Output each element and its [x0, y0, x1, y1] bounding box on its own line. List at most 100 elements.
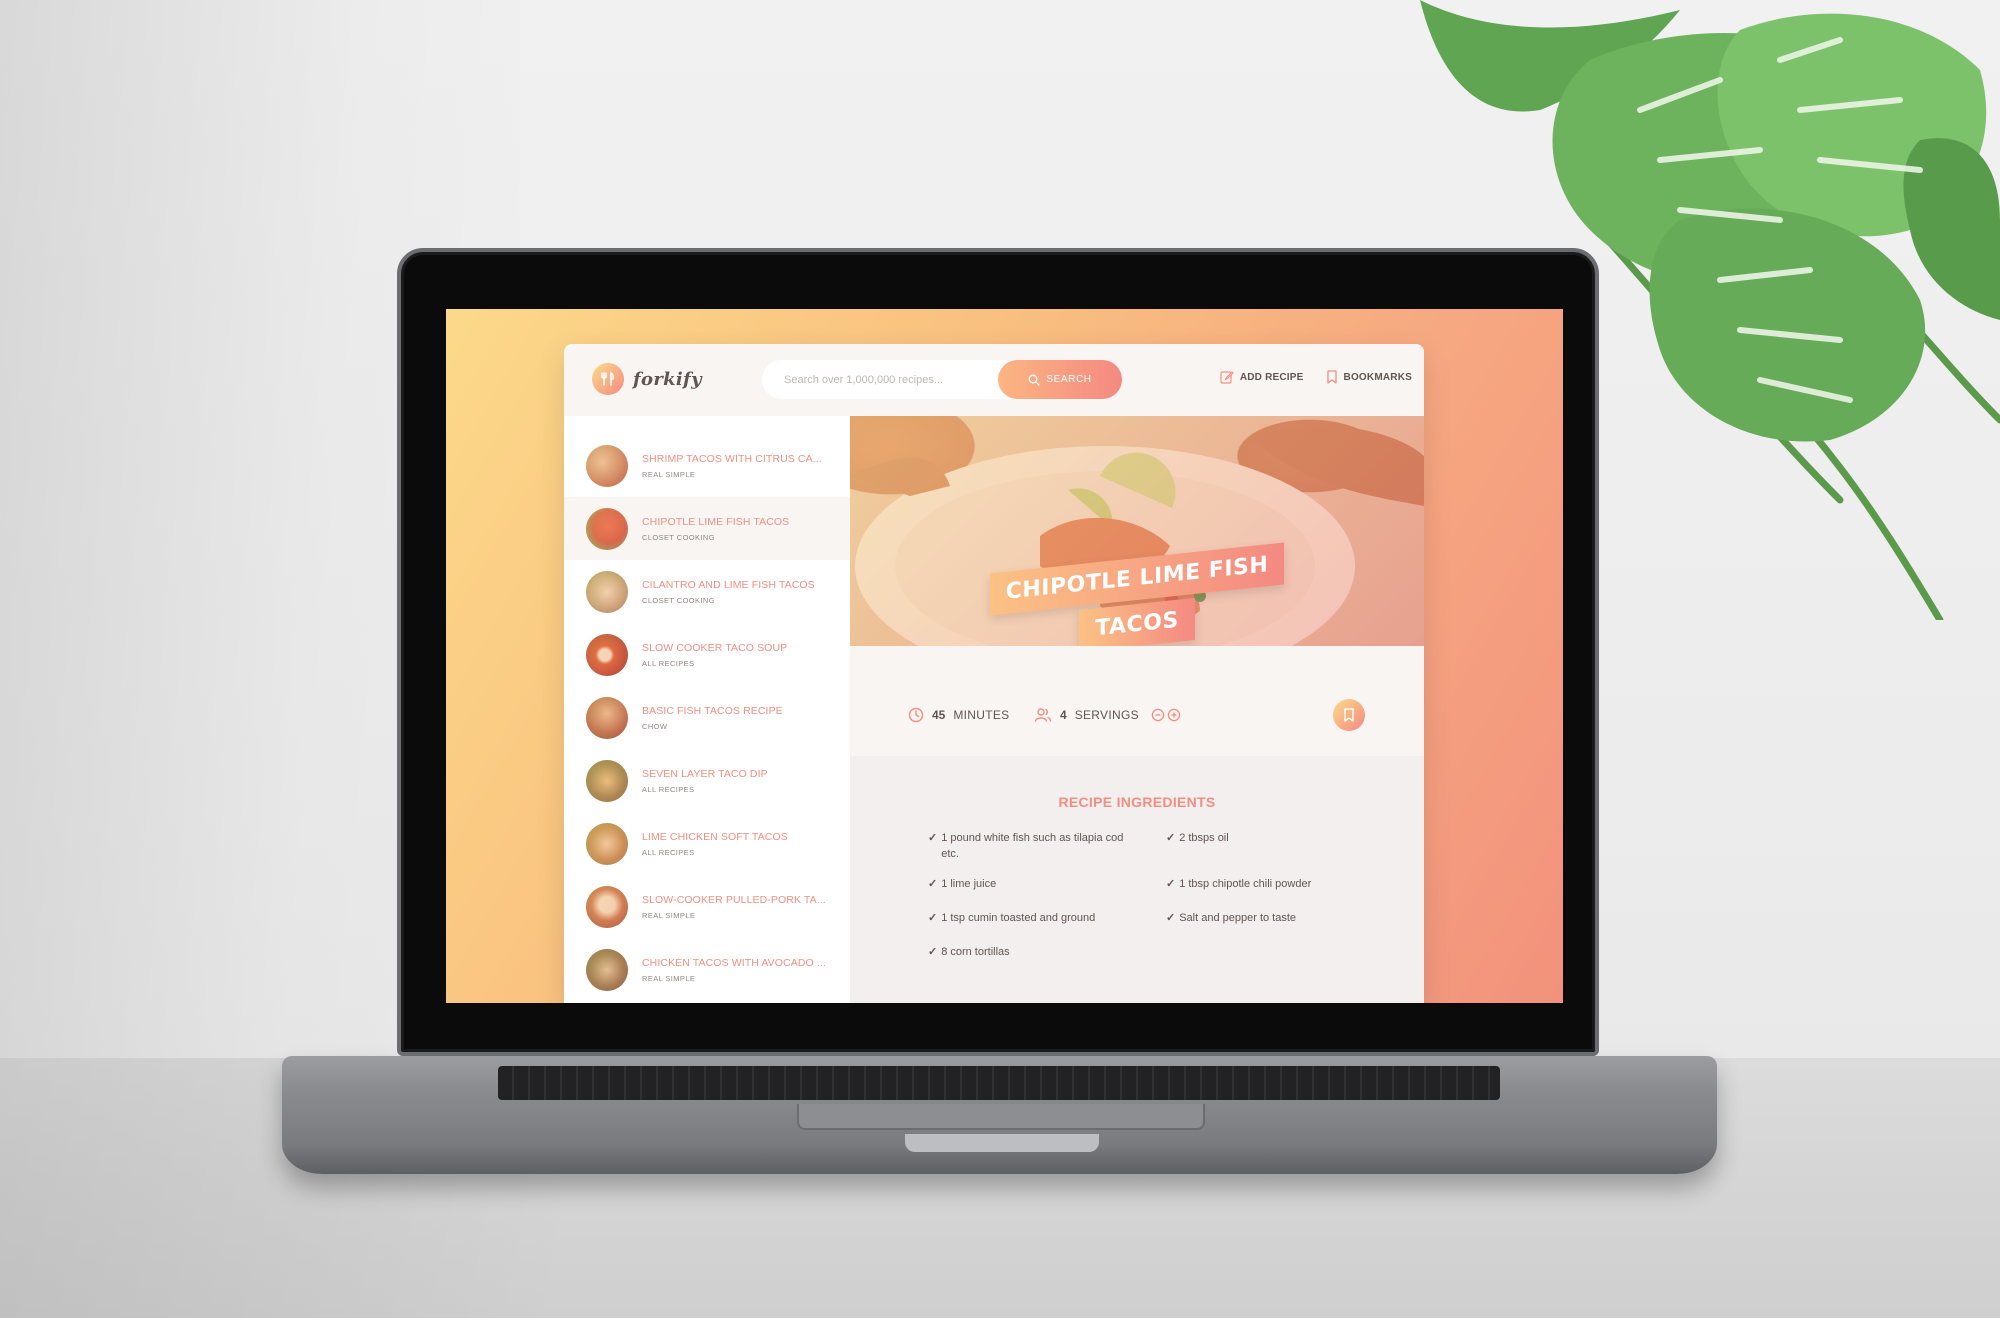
- ingredient-description: tbsp chipotle chili powder: [1188, 878, 1312, 890]
- recipe-view: CHIPOTLE LIME FISH TACOS 45 MINUTES 4 SE…: [850, 416, 1424, 1003]
- ingredient-item: ✓ 1 tbsp chipotle chili powder: [1166, 876, 1368, 896]
- bookmarks-button[interactable]: BOOKMARKS: [1326, 370, 1412, 384]
- search-results: SHRIMP TACOS WITH CITRUS CA... REAL SIMP…: [564, 416, 850, 1003]
- result-item[interactable]: SLOW COOKER TACO SOUP ALL RECIPES: [564, 623, 850, 686]
- ingredient-description: pound white fish such as tilapia cod etc…: [941, 832, 1124, 860]
- check-icon: ✓: [1166, 832, 1176, 844]
- ingredients-heading: RECIPE INGREDIENTS: [1058, 794, 1216, 810]
- result-thumbnail: [586, 696, 628, 739]
- forkify-app: forkify SEARCH ADD: [564, 344, 1424, 1003]
- result-title: SHRIMP TACOS WITH CITRUS CA...: [642, 452, 822, 465]
- minutes-value: 45: [932, 708, 946, 722]
- result-thumbnail: [586, 948, 628, 991]
- add-recipe-button[interactable]: ADD RECIPE: [1220, 370, 1304, 384]
- result-publisher: ALL RECIPES: [642, 784, 695, 794]
- result-title: LIME CHICKEN SOFT TACOS: [642, 830, 788, 843]
- result-title: SEVEN LAYER TACO DIP: [642, 767, 768, 780]
- search-button-label: SEARCH: [1046, 374, 1092, 385]
- result-thumbnail: [586, 444, 628, 487]
- servings-value: 4: [1060, 708, 1067, 722]
- ingredient-description: Salt and pepper to taste: [1179, 912, 1297, 924]
- recipe-minutes: 45 MINUTES: [908, 707, 1009, 723]
- ingredient-description: lime juice: [950, 878, 997, 890]
- check-icon: ✓: [928, 832, 938, 844]
- result-title: CHIPOTLE LIME FISH TACOS: [642, 515, 790, 528]
- result-item[interactable]: SEVEN LAYER TACO DIP ALL RECIPES: [564, 749, 850, 812]
- result-thumbnail: [586, 822, 628, 865]
- result-thumbnail: [586, 570, 628, 613]
- result-item[interactable]: BASIC FISH TACOS RECIPE CHOW: [564, 686, 850, 749]
- result-title: CILANTRO AND LIME FISH TACOS: [642, 578, 815, 591]
- result-title: CHICKEN TACOS WITH AVOCADO ...: [642, 956, 826, 969]
- result-title: SLOW COOKER TACO SOUP: [642, 641, 788, 654]
- ingredient-list: ✓ 1 pound white fish such as tilapia cod …: [928, 830, 1368, 964]
- result-item[interactable]: LIME CHICKEN SOFT TACOS ALL RECIPES: [564, 812, 850, 875]
- result-item[interactable]: SLOW-COOKER PULLED-PORK TA... REAL SIMPL…: [564, 875, 850, 938]
- servings-stepper: [1151, 708, 1181, 722]
- result-publisher: REAL SIMPLE: [642, 910, 696, 920]
- result-item[interactable]: CHICKEN TACOS WITH AVOCADO ... REAL SIMP…: [564, 938, 850, 1001]
- search-button[interactable]: SEARCH: [998, 360, 1122, 399]
- ingredient-item: ✓ 2 tbsps oil: [1166, 830, 1368, 862]
- bookmark-icon: [1326, 370, 1337, 384]
- recipe-details: 45 MINUTES 4 SERVINGS: [850, 646, 1424, 756]
- bookmarks-label: BOOKMARKS: [1343, 371, 1412, 383]
- fork-knife-icon: [592, 363, 624, 395]
- recipe-image: CHIPOTLE LIME FISH TACOS: [850, 416, 1424, 646]
- recipe-servings: 4 SERVINGS: [1034, 707, 1181, 723]
- minutes-unit: MINUTES: [953, 708, 1010, 722]
- minus-circle-icon[interactable]: [1151, 708, 1165, 722]
- result-thumbnail: [586, 885, 628, 928]
- ingredient-description: tbsps oil: [1188, 832, 1229, 844]
- result-publisher: ALL RECIPES: [642, 847, 695, 857]
- laptop-keyboard: [498, 1066, 1500, 1100]
- result-item[interactable]: SHRIMP TACOS WITH CITRUS CA... REAL SIMP…: [564, 434, 850, 497]
- ingredient-quantity: 8: [941, 946, 948, 958]
- check-icon: ✓: [928, 912, 938, 924]
- check-icon: ✓: [1166, 878, 1176, 890]
- ingredient-quantity: 1: [941, 878, 948, 890]
- result-publisher: REAL SIMPLE: [642, 469, 696, 479]
- result-thumbnail: [586, 507, 628, 550]
- ingredient-description: tsp cumin toasted and ground: [950, 912, 1096, 924]
- result-title: SLOW-COOKER PULLED-PORK TA...: [642, 893, 826, 906]
- check-icon: ✓: [928, 878, 938, 890]
- plus-circle-icon[interactable]: [1167, 708, 1181, 722]
- edit-icon: [1220, 371, 1234, 384]
- add-recipe-label: ADD RECIPE: [1239, 371, 1304, 383]
- result-item-active[interactable]: CHIPOTLE LIME FISH TACOS CLOSET COOKING: [564, 497, 850, 560]
- users-icon: [1034, 708, 1052, 722]
- clock-icon: [908, 707, 924, 723]
- logo[interactable]: forkify: [592, 363, 702, 395]
- result-publisher: CLOSET COOKING: [642, 532, 715, 542]
- ingredient-item: ✓ 8 corn tortillas: [928, 944, 1166, 964]
- bookmark-icon: [1344, 708, 1354, 722]
- ingredient-item: ✓ 1 pound white fish such as tilapia cod …: [928, 830, 1166, 862]
- servings-unit: SERVINGS: [1074, 708, 1139, 722]
- header-nav: ADD RECIPE BOOKMARKS: [1220, 370, 1412, 384]
- check-icon: ✓: [1166, 912, 1176, 924]
- result-publisher: CLOSET COOKING: [642, 595, 715, 605]
- search-bar: SEARCH: [762, 360, 1122, 399]
- result-publisher: REAL SIMPLE: [642, 973, 696, 983]
- ingredient-item: ✓ 1 tsp cumin toasted and ground: [928, 910, 1166, 930]
- recipe-title-line2: TACOS: [1079, 597, 1195, 646]
- ingredient-quantity: 1: [1179, 878, 1186, 890]
- recipe-ingredients: RECIPE INGREDIENTS ✓ 1 pound white fish s…: [850, 756, 1424, 1003]
- ingredient-item: ✓ Salt and pepper to taste: [1166, 910, 1368, 930]
- search-input[interactable]: [762, 360, 992, 399]
- laptop-notch: [905, 1134, 1099, 1152]
- search-icon: [1028, 374, 1041, 386]
- ingredient-description: corn tortillas: [950, 946, 1010, 958]
- ingredient-quantity: 2: [1179, 832, 1186, 844]
- check-icon: ✓: [928, 946, 938, 958]
- laptop-trackpad: [797, 1104, 1205, 1130]
- result-item[interactable]: CILANTRO AND LIME FISH TACOS CLOSET COOK…: [564, 560, 850, 623]
- recipe-bookmark-button[interactable]: [1333, 699, 1365, 731]
- result-publisher: CHOW: [642, 721, 668, 731]
- ingredient-quantity: 1: [941, 912, 948, 924]
- result-thumbnail: [586, 759, 628, 802]
- result-publisher: ALL RECIPES: [642, 658, 695, 668]
- app-header: forkify SEARCH ADD: [564, 344, 1424, 416]
- ingredient-item: ✓ 1 lime juice: [928, 876, 1166, 896]
